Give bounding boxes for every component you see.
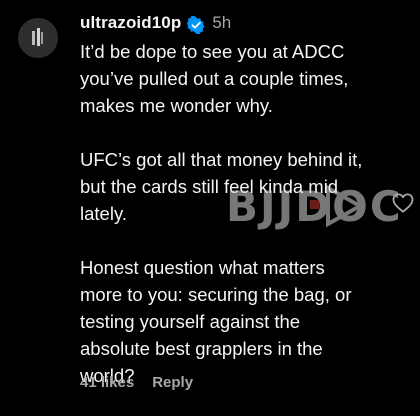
reply-button[interactable]: Reply bbox=[152, 374, 193, 391]
likes-count-link[interactable]: 41 likes bbox=[80, 374, 134, 391]
comment-header: ultrazoid10p 5h bbox=[80, 8, 370, 38]
watermark-dot-icon bbox=[310, 200, 319, 209]
comment-paragraph-3: Honest question what matters more to you… bbox=[80, 257, 352, 386]
play-icon bbox=[326, 184, 364, 228]
username[interactable]: ultrazoid10p bbox=[80, 8, 181, 38]
verified-badge-icon bbox=[186, 14, 205, 35]
comment: ultrazoid10p 5h It’d be dope to see you … bbox=[0, 0, 420, 416]
avatar-image bbox=[18, 18, 58, 58]
comment-paragraph-1: It’d be dope to see you at ADCC you’ve p… bbox=[80, 41, 349, 116]
comment-timestamp: 5h bbox=[212, 13, 232, 32]
avatar[interactable] bbox=[18, 18, 58, 58]
watermark: BJJDOC bbox=[226, 178, 401, 238]
comment-actions: 41 likes Reply bbox=[80, 374, 193, 391]
heart-icon[interactable] bbox=[392, 193, 414, 213]
